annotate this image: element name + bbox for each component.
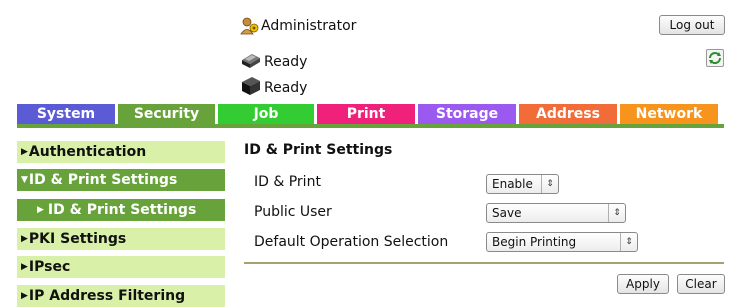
sidebar-item-label: IPsec bbox=[28, 259, 71, 275]
refresh-button[interactable] bbox=[706, 49, 724, 67]
sidebar-item-label: IP Address Filtering bbox=[28, 288, 186, 304]
public-user-label: Public User bbox=[254, 204, 332, 220]
tab-system[interactable]: System bbox=[17, 104, 115, 124]
select-value: Save bbox=[492, 206, 522, 220]
sidebar-item-ipsec[interactable]: ▶ IPsec bbox=[17, 256, 225, 278]
logout-button[interactable]: Log out bbox=[659, 15, 725, 35]
id-print-select[interactable]: Enable ⇕ bbox=[486, 174, 559, 194]
divider bbox=[244, 262, 724, 264]
triangle-right-icon: ▶ bbox=[21, 147, 28, 157]
public-user-select[interactable]: Save ⇕ bbox=[486, 203, 626, 223]
select-value: Enable bbox=[492, 177, 533, 191]
printer-status-text: Ready bbox=[264, 54, 308, 70]
user-name: Administrator bbox=[261, 18, 357, 34]
tab-underline bbox=[17, 124, 724, 128]
tab-print[interactable]: Print bbox=[317, 104, 415, 124]
sidebar-item-label: ID & Print Settings bbox=[28, 172, 178, 188]
sidebar-item-label: PKI Settings bbox=[28, 231, 127, 247]
sidebar-item-pki-settings[interactable]: ▶ PKI Settings bbox=[17, 228, 225, 250]
sidebar-item-authentication[interactable]: ▶ Authentication bbox=[17, 141, 225, 163]
sidebar-item-id-print-settings[interactable]: ▼ ID & Print Settings bbox=[17, 169, 225, 191]
sidebar-item-ip-address-filtering[interactable]: ▶ IP Address Filtering bbox=[17, 285, 225, 307]
triangle-down-icon: ▼ bbox=[21, 175, 28, 185]
scanner-status-text: Ready bbox=[264, 80, 308, 96]
select-value: Begin Printing bbox=[492, 235, 577, 249]
chevron-updown-icon: ⇕ bbox=[620, 233, 637, 251]
tab-network[interactable]: Network bbox=[620, 104, 718, 124]
scanner-status: Ready bbox=[240, 76, 307, 96]
triangle-right-icon: ▶ bbox=[37, 205, 44, 215]
triangle-right-icon: ▶ bbox=[21, 262, 28, 272]
printer-icon bbox=[242, 54, 260, 68]
default-operation-label: Default Operation Selection bbox=[254, 234, 449, 250]
administrator-icon bbox=[240, 17, 259, 35]
apply-button[interactable]: Apply bbox=[617, 274, 669, 294]
sidebar-item-label: ID & Print Settings bbox=[47, 202, 197, 218]
user-info: Administrator bbox=[240, 16, 356, 36]
page-title: ID & Print Settings bbox=[244, 142, 393, 158]
chevron-updown-icon: ⇕ bbox=[541, 175, 558, 193]
refresh-icon bbox=[709, 52, 721, 64]
default-operation-select[interactable]: Begin Printing ⇕ bbox=[486, 232, 638, 252]
sidebar-item-label: Authentication bbox=[28, 144, 147, 160]
tab-address[interactable]: Address bbox=[519, 104, 617, 124]
clear-button[interactable]: Clear bbox=[677, 274, 725, 294]
id-print-label: ID & Print bbox=[254, 174, 321, 190]
printer-status: Ready bbox=[240, 52, 307, 70]
tab-storage[interactable]: Storage bbox=[418, 104, 516, 124]
tab-security[interactable]: Security bbox=[118, 104, 215, 124]
sidebar-subitem-id-print-settings[interactable]: ▶ ID & Print Settings bbox=[17, 199, 225, 221]
triangle-right-icon: ▶ bbox=[21, 234, 28, 244]
scanner-icon bbox=[242, 77, 260, 95]
chevron-updown-icon: ⇕ bbox=[608, 204, 625, 222]
triangle-right-icon: ▶ bbox=[21, 291, 28, 301]
tab-job[interactable]: Job bbox=[218, 104, 314, 124]
